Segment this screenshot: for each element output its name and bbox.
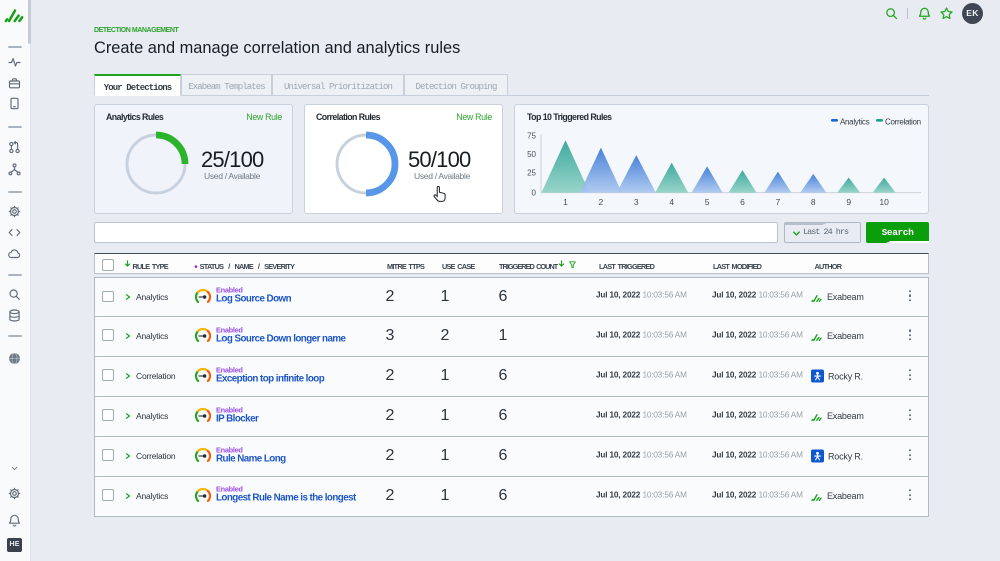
svg-text:8: 8 bbox=[811, 197, 816, 207]
svg-text:50: 50 bbox=[527, 150, 536, 159]
svg-text:Analytics: Analytics bbox=[840, 118, 870, 127]
svg-text:9: 9 bbox=[846, 197, 851, 207]
svg-text:6: 6 bbox=[740, 197, 745, 207]
svg-text:25: 25 bbox=[527, 169, 536, 178]
svg-text:1: 1 bbox=[563, 197, 568, 207]
svg-text:5: 5 bbox=[705, 197, 710, 207]
svg-text:0: 0 bbox=[532, 189, 537, 198]
svg-text:10: 10 bbox=[879, 197, 889, 207]
svg-text:7: 7 bbox=[776, 197, 781, 207]
svg-text:2: 2 bbox=[599, 197, 604, 207]
svg-text:4: 4 bbox=[669, 197, 674, 207]
svg-text:3: 3 bbox=[634, 197, 639, 207]
svg-text:Correlation: Correlation bbox=[885, 118, 921, 127]
svg-text:75: 75 bbox=[527, 132, 536, 141]
